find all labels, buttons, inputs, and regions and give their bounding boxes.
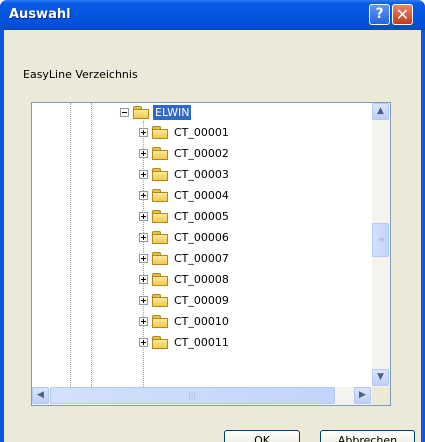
expand-icon[interactable] <box>139 190 148 200</box>
tree-node-label: CT_00007 <box>174 251 229 265</box>
folder-icon <box>152 252 168 265</box>
tree-node-folder[interactable]: CT_00008 <box>139 270 231 288</box>
title-bar[interactable]: Auswahl ? ✕ <box>0 0 425 30</box>
folder-icon <box>152 273 168 286</box>
tree-node-folder[interactable]: CT_00006 <box>139 228 231 246</box>
expand-icon[interactable] <box>139 316 148 326</box>
folder-icon <box>152 315 168 328</box>
tree-node-label: CT_00008 <box>174 272 229 286</box>
scroll-corner <box>372 387 390 405</box>
expand-icon[interactable] <box>139 148 148 158</box>
expand-icon[interactable] <box>139 169 148 179</box>
folder-icon <box>152 294 168 307</box>
cancel-button[interactable]: Abbrechen <box>320 430 415 442</box>
folder-icon <box>152 189 168 202</box>
folder-icon <box>152 168 168 181</box>
tree-node-label: CT_00002 <box>174 146 229 160</box>
horizontal-scroll-thumb[interactable]: ||| <box>50 387 335 404</box>
expand-icon[interactable] <box>139 211 148 221</box>
folder-icon <box>152 147 168 160</box>
tree-node-label: CT_00006 <box>174 230 229 244</box>
expand-icon[interactable] <box>139 253 148 263</box>
tree-node-label: CT_00005 <box>174 209 229 223</box>
scroll-left-icon[interactable]: ◀ <box>32 387 49 404</box>
dialog-body: EasyLine Verzeichnis ELWIN CT_00001 CT_00… <box>4 30 421 442</box>
folder-icon <box>152 231 168 244</box>
tree-guide-line <box>91 103 92 387</box>
grip-icon: ||| <box>188 391 197 400</box>
window-title: Auswahl <box>9 7 71 22</box>
tree-node-folder[interactable]: CT_00009 <box>139 291 231 309</box>
collapse-icon[interactable] <box>120 107 129 117</box>
close-button[interactable]: ✕ <box>392 4 413 25</box>
expand-icon[interactable] <box>139 337 148 347</box>
folder-icon <box>152 210 168 223</box>
scroll-right-icon[interactable]: ▶ <box>354 387 371 404</box>
tree-node-folder[interactable]: CT_00005 <box>139 207 231 225</box>
grip-icon: ≡ <box>378 235 385 244</box>
scroll-up-icon[interactable]: ▲ <box>372 103 389 120</box>
tree-node-label: CT_00011 <box>174 335 229 349</box>
tree-node-label: CT_00010 <box>174 314 229 328</box>
tree-node-label: ELWIN <box>153 104 192 120</box>
folder-icon <box>152 336 168 349</box>
expand-icon[interactable] <box>139 127 148 137</box>
scroll-down-icon[interactable]: ▼ <box>372 369 389 386</box>
tree-node-folder[interactable]: CT_00011 <box>139 333 231 351</box>
tree-node-label: CT_00009 <box>174 293 229 307</box>
folder-open-icon <box>133 106 149 119</box>
horizontal-scrollbar[interactable]: ◀ ||| ▶ <box>32 387 372 405</box>
tree-node-folder[interactable]: CT_00010 <box>139 312 231 330</box>
expand-icon[interactable] <box>139 232 148 242</box>
tree-caption: EasyLine Verzeichnis <box>23 68 138 81</box>
tree-node-label: CT_00003 <box>174 167 229 181</box>
expand-icon[interactable] <box>139 274 148 284</box>
dialog-window: Auswahl ? ✕ EasyLine Verzeichnis ELWIN C… <box>0 0 425 442</box>
tree-node-folder[interactable]: CT_00002 <box>139 144 231 162</box>
tree-node-folder[interactable]: CT_00003 <box>139 165 231 183</box>
tree-node-label: CT_00001 <box>174 125 229 139</box>
tree-node-label: CT_00004 <box>174 188 229 202</box>
ok-button[interactable]: OK <box>224 430 300 442</box>
help-button[interactable]: ? <box>369 4 390 25</box>
tree-viewport: ELWIN CT_00001 CT_00002 CT_00003 CT_00004 CT… <box>32 103 372 387</box>
vertical-scrollbar[interactable]: ▲ ≡ ▼ <box>372 103 390 387</box>
expand-icon[interactable] <box>139 295 148 305</box>
tree-guide-line <box>70 103 71 387</box>
folder-icon <box>152 126 168 139</box>
tree-node-folder[interactable]: CT_00001 <box>139 123 231 141</box>
vertical-scroll-thumb[interactable]: ≡ <box>372 223 389 257</box>
tree-node-folder[interactable]: CT_00004 <box>139 186 231 204</box>
tree-node-folder[interactable]: CT_00007 <box>139 249 231 267</box>
tree-node-root[interactable]: ELWIN <box>120 103 192 121</box>
folder-tree[interactable]: ELWIN CT_00001 CT_00002 CT_00003 CT_00004 CT… <box>31 102 391 406</box>
